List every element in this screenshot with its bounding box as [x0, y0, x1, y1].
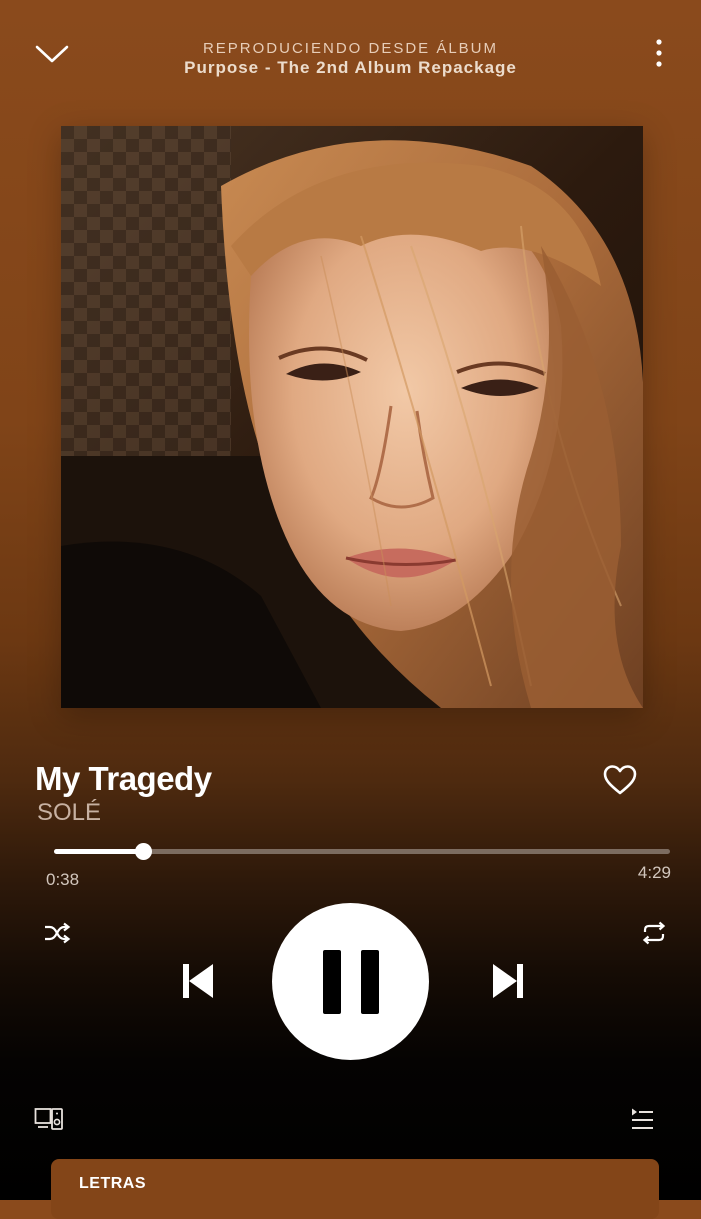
total-time: 4:29: [637, 863, 671, 882]
track-artist[interactable]: SOLÉ: [37, 798, 101, 828]
next-button[interactable]: [486, 957, 530, 1005]
queue-icon: [632, 1108, 653, 1129]
devices-icon: [34, 1108, 63, 1130]
context-album-name[interactable]: Purpose - The 2nd Album Repackage: [100, 58, 601, 78]
track-title[interactable]: My Tragedy: [35, 759, 212, 799]
skip-next-icon: [493, 964, 523, 998]
repeat-icon: [642, 921, 666, 945]
shuffle-icon: [45, 922, 71, 944]
skip-previous-icon: [183, 964, 213, 998]
lyrics-card[interactable]: LETRAS: [51, 1159, 659, 1219]
more-vertical-icon: [656, 39, 662, 67]
pause-button[interactable]: [272, 903, 429, 1060]
progress-bar[interactable]: [54, 843, 670, 860]
more-options-button[interactable]: [649, 32, 669, 76]
queue-button[interactable]: [625, 1104, 659, 1134]
heart-icon: [603, 765, 637, 795]
collapse-button[interactable]: [32, 32, 72, 76]
now-playing-context: REPRODUCIENDO DESDE ÁLBUM Purpose - The …: [100, 40, 601, 78]
previous-button[interactable]: [176, 957, 220, 1005]
album-cover-image: [61, 126, 643, 708]
devices-button[interactable]: [32, 1104, 66, 1134]
context-label: REPRODUCIENDO DESDE ÁLBUM: [202, 40, 499, 57]
album-cover: [61, 126, 643, 708]
like-button[interactable]: [600, 760, 640, 800]
pause-icon: [322, 949, 379, 1014]
progress-knob[interactable]: [134, 843, 152, 860]
repeat-button[interactable]: [637, 916, 671, 950]
lyrics-label: LETRAS: [79, 1175, 146, 1192]
progress-fill: [54, 849, 143, 854]
elapsed-time: 0:38: [46, 870, 80, 889]
shuffle-button[interactable]: [40, 916, 74, 950]
chevron-down-icon: [35, 45, 69, 63]
